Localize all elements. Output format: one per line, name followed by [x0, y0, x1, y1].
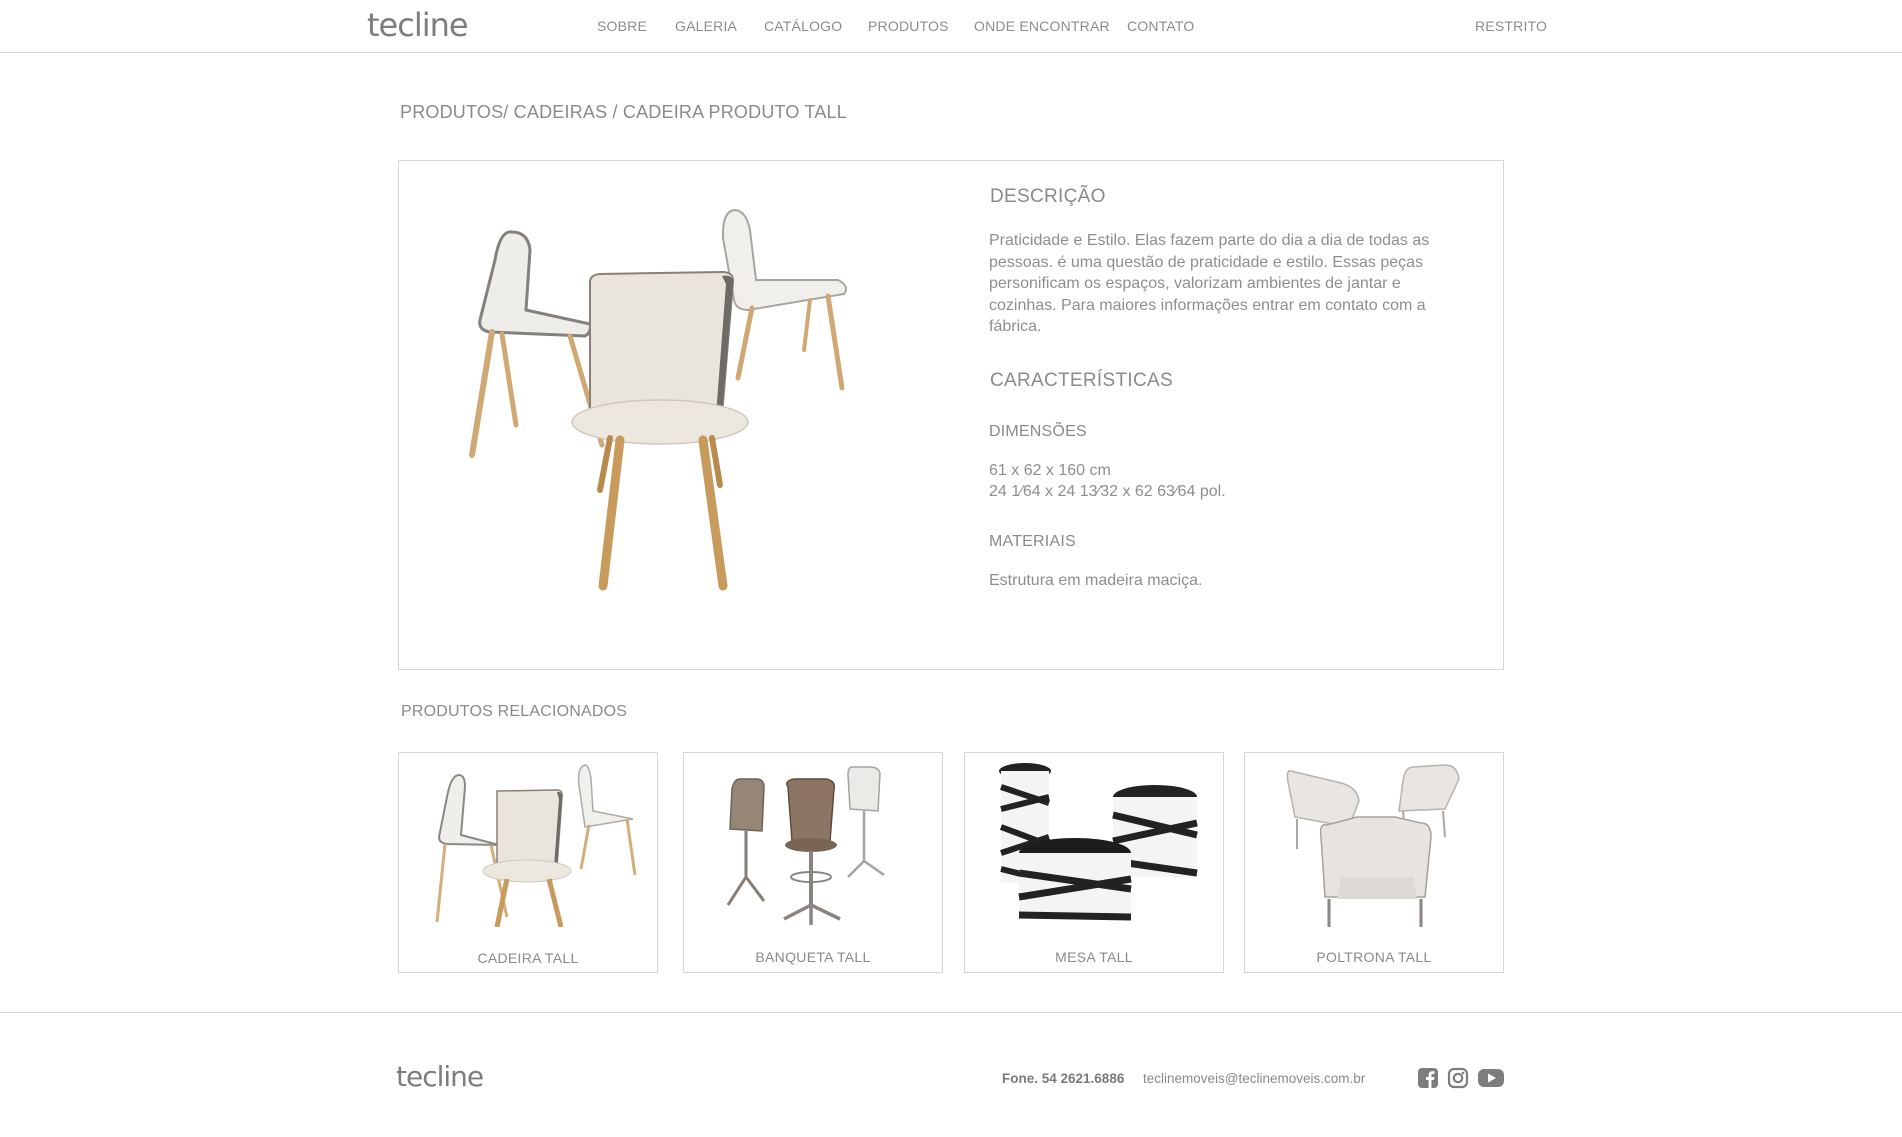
dimensions-title: DIMENSÕES — [989, 423, 1087, 440]
description-text: Praticidade e Estilo. Elas fazem parte d… — [989, 232, 1430, 335]
features-title: CARACTERÍSTICAS — [990, 370, 1173, 391]
related-label: MESA TALL — [1055, 949, 1133, 965]
nav-catalogo[interactable]: CATÁLOGO — [764, 18, 842, 34]
stool-image — [726, 766, 885, 925]
armchair-image — [1286, 764, 1460, 927]
product-hero-image — [469, 208, 847, 591]
footer-logo[interactable]: tecline — [396, 1060, 484, 1093]
top-navigation-bar: tecline SOBRE GALERIA CATÁLOGO PRODUTOS … — [0, 0, 1902, 53]
nav-produtos[interactable]: PRODUTOS — [868, 18, 949, 34]
related-products-title: PRODUTOS RELACIONADOS — [401, 703, 628, 720]
description-title: DESCRIÇÃO — [990, 186, 1106, 207]
table-image — [999, 763, 1198, 921]
related-card-banqueta-tall[interactable]: BANQUETA TALL — [683, 752, 943, 973]
chair-image — [435, 764, 637, 927]
footer-phone: Fone. 54 2621.6886 — [1002, 1071, 1125, 1086]
footer-divider — [0, 1012, 1902, 1013]
nav-restrito[interactable]: RESTRITO — [1475, 18, 1547, 34]
related-card-mesa-tall[interactable]: MESA TALL — [964, 752, 1224, 973]
related-card-poltrona-tall[interactable]: POLTRONA TALL — [1244, 752, 1504, 973]
facebook-icon[interactable] — [1417, 1067, 1439, 1089]
materials-title: MATERIAIS — [989, 533, 1076, 550]
nav-onde-encontrar[interactable]: ONDE ENCONTRAR — [974, 18, 1110, 34]
tecline-logo[interactable]: tecline — [367, 6, 469, 44]
youtube-icon[interactable] — [1477, 1067, 1505, 1089]
dimensions-cm: 61 x 62 x 160 cm — [989, 462, 1111, 479]
breadcrumb[interactable]: PRODUTOS/ CADEIRAS / CADEIRA PRODUTO TAL… — [400, 102, 847, 123]
related-card-cadeira-tall[interactable]: CADEIRA TALL — [398, 752, 658, 973]
footer-email-link[interactable]: teclinemoveis@teclinemoveis.com.br — [1143, 1071, 1365, 1086]
related-label: BANQUETA TALL — [755, 949, 871, 965]
materials-text: Estrutura em madeira maciça. — [989, 572, 1203, 589]
instagram-icon[interactable] — [1447, 1067, 1469, 1089]
related-label: POLTRONA TALL — [1316, 949, 1432, 965]
nav-galeria[interactable]: GALERIA — [675, 18, 737, 34]
nav-sobre[interactable]: SOBRE — [597, 18, 647, 34]
dimensions-inches: 24 1⁄64 x 24 13⁄32 x 62 63⁄64 pol. — [989, 483, 1226, 500]
nav-contato[interactable]: CONTATO — [1127, 18, 1195, 34]
related-label: CADEIRA TALL — [477, 950, 579, 966]
